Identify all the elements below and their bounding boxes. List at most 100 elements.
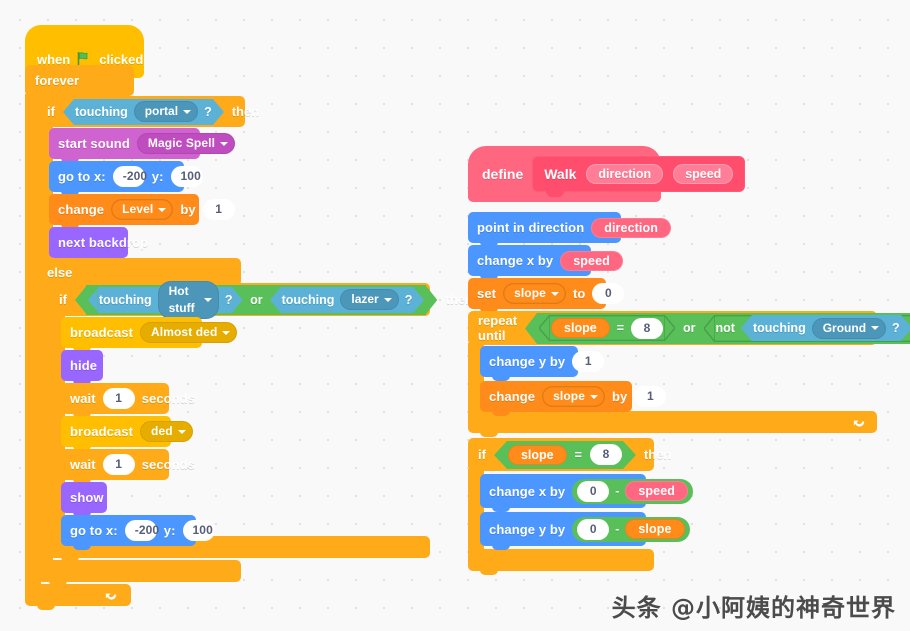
- boolean-slope-equals-8-2[interactable]: slope = 8: [493, 440, 636, 469]
- hex-left-cap: [493, 440, 507, 469]
- not-label: not: [715, 321, 735, 335]
- repeat-until-label: repeat until: [478, 313, 518, 343]
- minus-operator: -: [615, 522, 620, 536]
- input-go-to-x-1[interactable]: -200: [112, 166, 147, 187]
- block-show[interactable]: show: [61, 482, 107, 517]
- forever-foot[interactable]: [25, 584, 131, 610]
- dropdown-touching-ground[interactable]: Ground: [811, 317, 887, 339]
- block-next-backdrop[interactable]: next backdrop: [49, 227, 148, 262]
- block-change-x-by-speed[interactable]: change x by speed: [468, 245, 623, 280]
- input-change-slope-value[interactable]: 1: [634, 386, 667, 407]
- input-go-to-x-2[interactable]: -200: [124, 520, 159, 541]
- dropdown-touching-target[interactable]: portal: [133, 101, 199, 122]
- point-in-direction-label: point in direction: [477, 220, 585, 235]
- reporter-slope-3[interactable]: slope: [625, 519, 685, 539]
- boolean-or-repeat[interactable]: slope = 8 or not touching Ground ?: [525, 312, 910, 344]
- broadcast-label: broadcast: [70, 424, 134, 439]
- block-forever-head[interactable]: forever: [25, 65, 134, 96]
- equals-operator: =: [574, 447, 582, 462]
- if2-label: if: [59, 292, 67, 307]
- block-change-y-by-subtract[interactable]: change y by 0 - slope: [480, 512, 690, 550]
- operator-subtract-slope[interactable]: 0 - slope: [572, 516, 690, 542]
- hex-left-cap: [539, 315, 551, 341]
- boolean-touching-portal[interactable]: touching portal ?: [62, 98, 224, 125]
- next-backdrop-label: next backdrop: [58, 235, 149, 250]
- block-change-level[interactable]: change Level by 1: [49, 194, 235, 229]
- block-set-slope[interactable]: set slope to 0: [468, 278, 625, 313]
- touching-label: touching: [281, 292, 335, 307]
- block-go-to-xy-1[interactable]: go to x: -200 y: 100: [49, 161, 203, 196]
- block-change-y-by-1[interactable]: change y by 1: [480, 346, 605, 381]
- then-label: then: [231, 104, 260, 119]
- boolean-touching-lazer[interactable]: touching lazer ?: [269, 286, 425, 313]
- input-set-slope-value[interactable]: 0: [592, 283, 625, 304]
- input-equals-value[interactable]: 8: [631, 317, 663, 339]
- operator-subtract-speed[interactable]: 0 - speed: [572, 478, 693, 504]
- block-if-touching-portal[interactable]: if touching portal ? then: [37, 96, 259, 127]
- input-change-y-1[interactable]: 1: [572, 351, 605, 372]
- param-speed[interactable]: speed: [673, 164, 734, 184]
- input-equals-value-2[interactable]: 8: [589, 444, 622, 465]
- input-wait-2[interactable]: 1: [102, 454, 135, 475]
- dropdown-touching-lazer[interactable]: lazer: [340, 289, 399, 310]
- if3-foot[interactable]: [468, 549, 654, 575]
- block-change-slope-by-1[interactable]: change slope by 1: [480, 381, 667, 416]
- input-subtract-left-2[interactable]: 0: [577, 518, 610, 540]
- param-direction[interactable]: direction: [586, 164, 664, 184]
- block-go-to-xy-2[interactable]: go to x: -200 y: 100: [61, 515, 215, 550]
- dropdown-touching-hotstuff[interactable]: Hot stuff: [157, 280, 219, 319]
- block-start-sound[interactable]: start sound Magic Spell: [49, 128, 236, 163]
- boolean-not[interactable]: not touching Ground ?: [703, 314, 910, 342]
- change-label: change: [58, 202, 105, 217]
- dropdown-broadcast-ded[interactable]: ded: [140, 421, 193, 442]
- minus-operator: -: [615, 484, 620, 498]
- block-point-in-direction[interactable]: point in direction direction: [468, 212, 671, 247]
- dropdown-broadcast-almost-ded[interactable]: Almost ded: [140, 322, 238, 343]
- reporter-slope-2[interactable]: slope: [507, 444, 567, 465]
- boolean-touching-ground[interactable]: touching Ground ?: [740, 315, 910, 341]
- boolean-slope-equals-8[interactable]: slope = 8: [539, 315, 675, 341]
- repeat-until-foot[interactable]: [468, 411, 877, 437]
- input-go-to-y-2[interactable]: 100: [182, 520, 215, 541]
- block-define-walk[interactable]: define Walk direction speed: [468, 146, 746, 202]
- show-label: show: [70, 490, 104, 505]
- block-repeat-until[interactable]: repeat until slope = 8 or not touching G…: [468, 311, 910, 345]
- reporter-slope[interactable]: slope: [551, 318, 610, 338]
- hex-right-cap: [413, 286, 425, 313]
- if-label: if: [47, 104, 55, 119]
- hide-label: hide: [70, 358, 98, 373]
- loop-arrow-icon: [853, 420, 865, 427]
- touching-label: touching: [98, 292, 152, 307]
- input-go-to-y-1[interactable]: 100: [170, 166, 203, 187]
- block-if-slope-equals-8[interactable]: if slope = 8 then: [468, 438, 671, 471]
- dropdown-variable-level[interactable]: Level: [111, 199, 174, 220]
- custom-block-name: Walk: [544, 166, 577, 182]
- go-to-x-label: go to x:: [70, 523, 118, 538]
- or-right-cap: [426, 285, 438, 314]
- block-broadcast-ded[interactable]: broadcast ded: [61, 416, 193, 451]
- block-broadcast-almost-ded[interactable]: broadcast Almost ded: [61, 317, 238, 352]
- dropdown-variable-slope-2[interactable]: slope: [542, 386, 605, 407]
- input-change-level-value[interactable]: 1: [202, 199, 235, 220]
- reporter-speed[interactable]: speed: [560, 250, 623, 271]
- block-hide[interactable]: hide: [61, 350, 103, 385]
- boolean-or[interactable]: touching Hot stuff ? or touching lazer ?: [74, 280, 438, 319]
- block-wait-2[interactable]: wait 1 seconds: [61, 449, 195, 484]
- loop-arrow-icon: [105, 593, 117, 600]
- boolean-touching-hotstuff[interactable]: touching Hot stuff ?: [88, 280, 244, 319]
- block-if-hot-or-lazer[interactable]: if touching Hot stuff ? or touching laze…: [49, 280, 473, 319]
- hex-right-cap: [233, 288, 244, 311]
- reporter-speed-2[interactable]: speed: [625, 481, 688, 501]
- input-wait-1[interactable]: 1: [102, 388, 135, 409]
- dropdown-sound-name[interactable]: Magic Spell: [136, 133, 236, 154]
- block-change-x-by-subtract[interactable]: change x by 0 - speed: [480, 474, 693, 512]
- dropdown-variable-slope[interactable]: slope: [503, 283, 566, 304]
- input-subtract-left-1[interactable]: 0: [577, 480, 610, 502]
- hex-left-cap: [62, 98, 74, 125]
- seconds-label: seconds: [141, 391, 196, 406]
- custom-block-prototype[interactable]: Walk direction speed: [532, 156, 746, 197]
- if1-foot[interactable]: [37, 560, 241, 586]
- reporter-direction[interactable]: direction: [591, 217, 671, 238]
- block-wait-1[interactable]: wait 1 seconds: [61, 383, 195, 418]
- scratch-workspace[interactable]: when clicked forever if touching portal …: [0, 0, 910, 631]
